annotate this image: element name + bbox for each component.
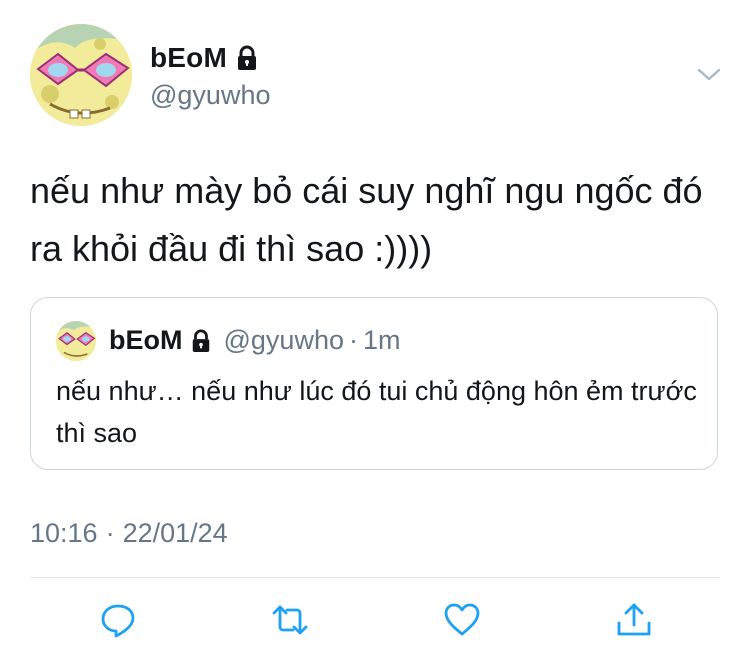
quoted-avatar: [56, 321, 96, 361]
avatar[interactable]: [30, 24, 132, 126]
author-name-row[interactable]: bEoM: [150, 42, 259, 74]
share-icon: [617, 603, 651, 636]
reply-icon: [101, 604, 135, 638]
tweet-time[interactable]: 10:16: [30, 518, 98, 548]
retweet-button[interactable]: [268, 598, 312, 642]
retweet-icon: [272, 605, 308, 635]
lock-icon: [235, 45, 259, 71]
tweet-text: nếu như mày bỏ cái suy nghĩ ngu ngốc đó …: [30, 170, 703, 269]
quoted-timestamp: 1m: [362, 325, 401, 355]
tweet-timestamp[interactable]: 10:16 · 22/01/24: [30, 518, 228, 549]
reply-button[interactable]: [96, 598, 140, 642]
share-button[interactable]: [612, 598, 656, 642]
quoted-tweet-text: nếu như… nếu như lúc đó tui chủ động hôn…: [56, 376, 697, 448]
user-handle[interactable]: @gyuwho: [150, 80, 270, 111]
quoted-handle: @gyuwho: [223, 325, 344, 355]
quoted-separator: ·: [348, 325, 358, 355]
like-button[interactable]: [440, 598, 484, 642]
quoted-header: bEoM @gyuwho · 1m: [109, 325, 401, 356]
chevron-down-icon[interactable]: [696, 64, 722, 84]
lock-icon: [190, 329, 212, 353]
heart-icon: [444, 603, 480, 636]
timestamp-separator: ·: [105, 518, 115, 548]
divider: [30, 577, 720, 578]
quoted-display-name: bEoM: [109, 325, 183, 355]
tweet-date[interactable]: 22/01/24: [123, 518, 228, 548]
display-name[interactable]: bEoM: [150, 42, 227, 74]
quoted-tweet-card[interactable]: bEoM @gyuwho · 1m nếu như… nếu như lúc đ…: [30, 297, 718, 470]
